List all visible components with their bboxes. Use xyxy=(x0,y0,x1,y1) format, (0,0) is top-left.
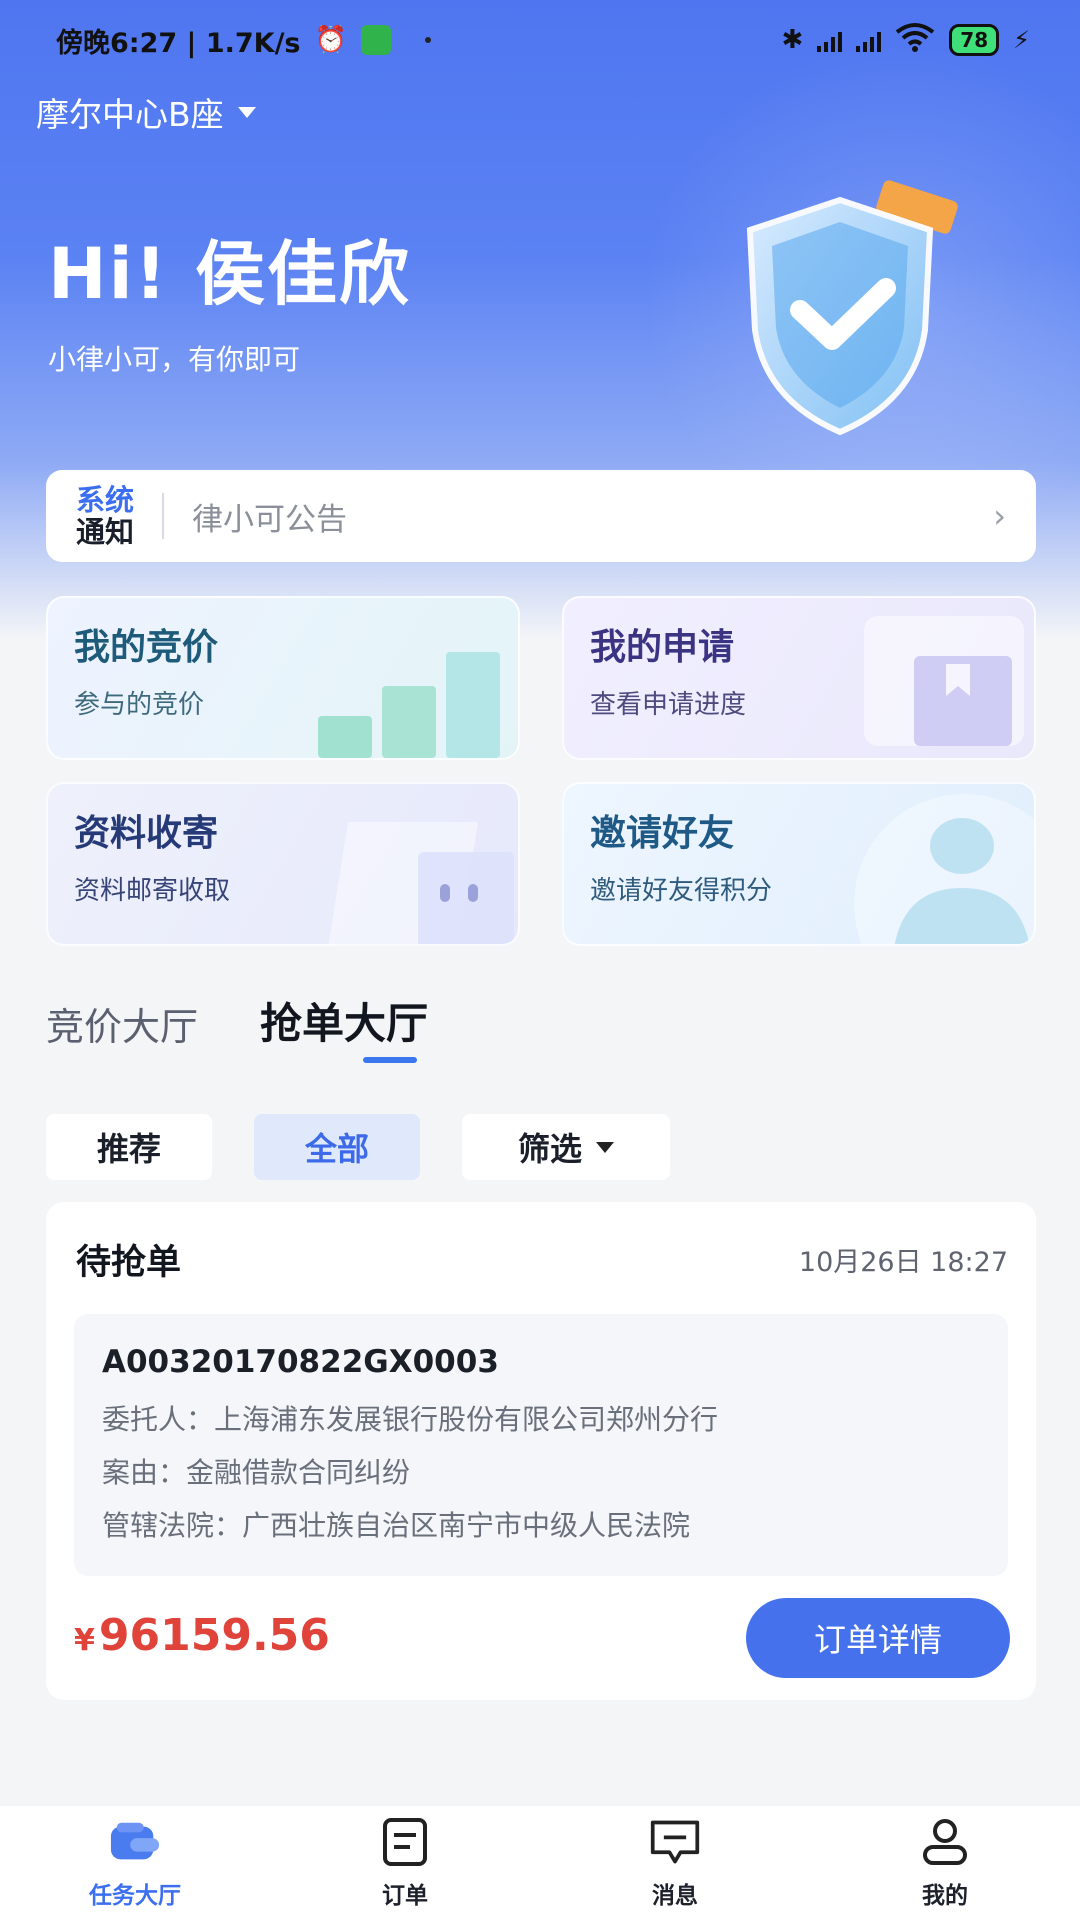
order-client: 委托人：上海浦东发展银行股份有限公司郑州分行 xyxy=(102,1403,719,1436)
order-icon xyxy=(379,1816,431,1868)
greeting-title: Hi! 侯佳欣 xyxy=(48,233,411,315)
bottom-navigation: 任务大厅 订单 消息 我的 xyxy=(0,1806,1080,1920)
status-bar: 傍晚6:27 | 1.7K/s ⏰ ✱ 78 ⚡ xyxy=(0,0,1080,80)
bookmark-document-icon xyxy=(864,616,1024,746)
notice-tag: 系统 通知 xyxy=(76,483,135,549)
filter-dropdown-button[interactable]: 筛选 xyxy=(462,1114,670,1180)
order-price: ¥ 96159.56 xyxy=(74,1610,330,1661)
active-tab-indicator xyxy=(363,1057,417,1063)
hall-tabs: 竞价大厅 抢单大厅 xyxy=(46,990,428,1051)
order-detail-button[interactable]: 订单详情 xyxy=(746,1598,1010,1678)
nav-label: 消息 xyxy=(652,1883,698,1909)
invite-friends-card[interactable]: 邀请好友 邀请好友得积分 xyxy=(562,782,1036,946)
my-bids-card[interactable]: 我的竞价 参与的竞价 xyxy=(46,596,520,760)
order-number: A00320170822GX0003 xyxy=(102,1344,499,1380)
filter-recommend-button[interactable]: 推荐 xyxy=(46,1114,212,1180)
nav-item-profile[interactable]: 我的 xyxy=(855,1816,1035,1910)
location-label: 摩尔中心B座 xyxy=(36,95,224,134)
bluetooth-icon: ✱ xyxy=(781,25,804,55)
order-status: 待抢单 xyxy=(76,1243,182,1283)
alarm-icon: ⏰ xyxy=(314,25,347,55)
signal-icon xyxy=(817,28,843,52)
wifi-icon xyxy=(895,22,935,59)
nav-label: 任务大厅 xyxy=(89,1883,181,1909)
nav-label: 订单 xyxy=(382,1883,428,1909)
order-card[interactable]: 待抢单 10月26日 18:27 A00320170822GX0003 委托人：… xyxy=(46,1202,1036,1700)
task-hall-icon xyxy=(109,1816,161,1868)
nav-item-orders[interactable]: 订单 xyxy=(315,1816,495,1910)
nav-item-task-hall[interactable]: 任务大厅 xyxy=(45,1816,225,1910)
charging-icon: ⚡ xyxy=(1013,26,1030,54)
filter-all-button[interactable]: 全部 xyxy=(254,1114,420,1180)
order-court: 管辖法院：广西壮族自治区南宁市中级人民法院 xyxy=(102,1509,691,1542)
my-applications-card[interactable]: 我的申请 查看申请进度 xyxy=(562,596,1036,760)
order-details-box: A00320170822GX0003 委托人：上海浦东发展银行股份有限公司郑州分… xyxy=(74,1314,1008,1576)
location-selector[interactable]: 摩尔中心B座 xyxy=(36,88,256,136)
status-time-speed: 傍晚6:27 | 1.7K/s xyxy=(56,27,301,59)
chevron-down-icon xyxy=(237,106,256,118)
battery-indicator: 78 xyxy=(949,24,1000,56)
notice-text: 律小可公告 xyxy=(192,501,348,538)
nav-item-messages[interactable]: 消息 xyxy=(585,1816,765,1910)
filter-bar: 推荐 全部 筛选 xyxy=(46,1114,670,1180)
chevron-right-icon: › xyxy=(993,497,1006,535)
tab-grab-order-hall[interactable]: 抢单大厅 xyxy=(260,990,428,1051)
tab-bidding-hall[interactable]: 竞价大厅 xyxy=(46,996,198,1051)
document-mailing-card[interactable]: 资料收寄 资料邮寄收取 xyxy=(46,782,520,946)
mailbox-icon xyxy=(328,822,514,944)
shield-check-icon xyxy=(700,180,980,450)
bar-chart-icon xyxy=(318,652,500,758)
app-notification-icon xyxy=(360,25,391,55)
system-notice-bar[interactable]: 系统 通知 律小可公告 › xyxy=(46,470,1036,562)
person-icon xyxy=(854,794,1034,944)
nav-label: 我的 xyxy=(922,1883,968,1909)
message-icon xyxy=(649,1816,701,1868)
profile-icon xyxy=(919,1816,971,1868)
signal-icon-2 xyxy=(856,28,882,52)
slogan-text: 小律小可，有你即可 xyxy=(48,343,301,376)
more-notifications-icon xyxy=(424,37,431,43)
order-cause: 案由：金融借款合同纠纷 xyxy=(102,1456,411,1489)
price-value: 96159.56 xyxy=(98,1610,330,1661)
currency-symbol: ¥ xyxy=(74,1623,95,1658)
filter-label: 筛选 xyxy=(517,1130,582,1168)
divider xyxy=(162,493,165,539)
order-time: 10月26日 18:27 xyxy=(798,1247,1008,1278)
chevron-down-icon xyxy=(596,1141,614,1153)
